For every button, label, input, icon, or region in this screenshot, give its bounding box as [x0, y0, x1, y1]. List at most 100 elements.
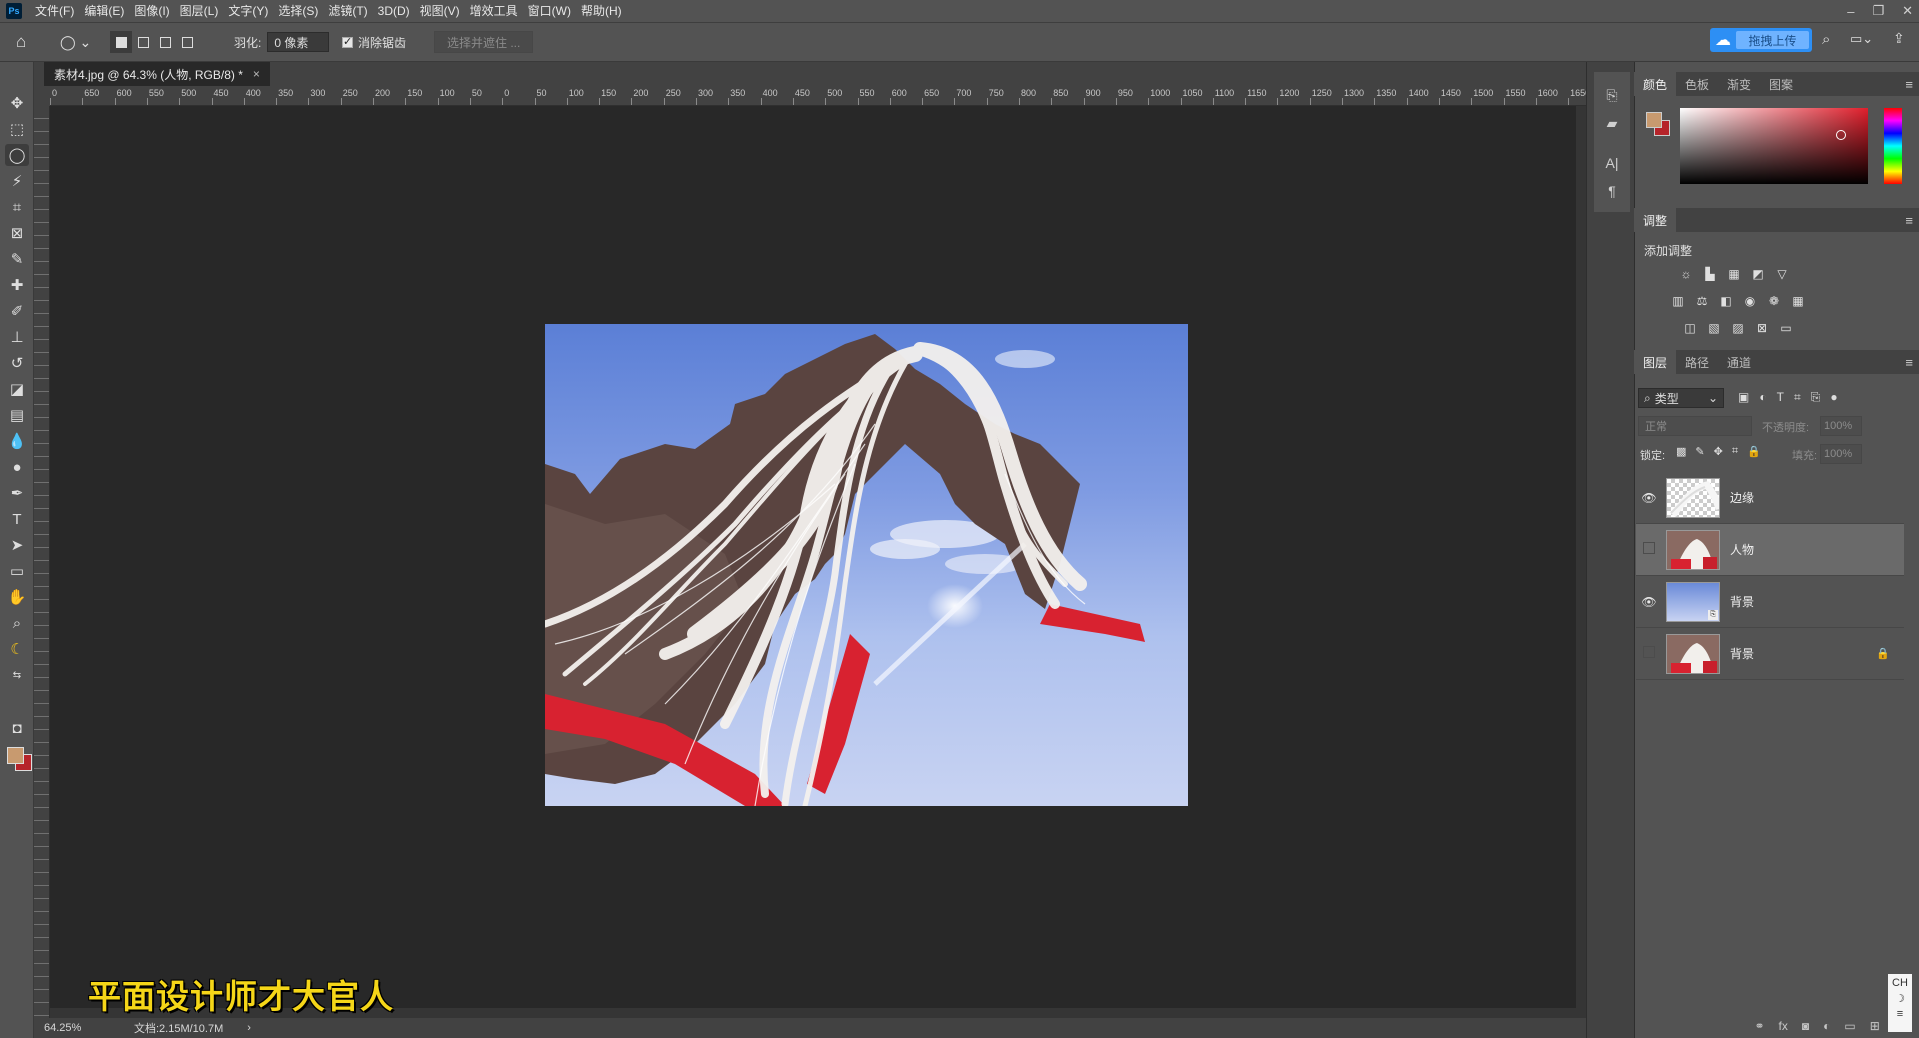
pen-tool-icon[interactable]: ✒ — [5, 482, 29, 504]
lock-pixels-icon[interactable]: ✎ — [1695, 445, 1704, 458]
layer-name[interactable]: 背景 — [1730, 593, 1754, 610]
visibility-eye-icon[interactable]: 👁 — [1636, 491, 1662, 505]
menu-select[interactable]: 选择(S) — [273, 0, 323, 22]
color-balance-icon[interactable]: ⚖ — [1694, 293, 1710, 309]
marquee-tool-icon[interactable]: ⬚ — [5, 118, 29, 140]
tab-channels[interactable]: 通道 — [1718, 350, 1760, 374]
tab-paths[interactable]: 路径 — [1676, 350, 1718, 374]
visibility-eye-icon[interactable]: 👁 — [1636, 595, 1662, 609]
vibrance-icon[interactable]: ▽ — [1774, 266, 1790, 282]
layer-filter-select[interactable]: ⌕ 类型 ⌄ — [1638, 388, 1724, 408]
menu-3d[interactable]: 3D(D) — [373, 0, 415, 22]
layer-name[interactable]: 边缘 — [1730, 489, 1754, 506]
document-canvas[interactable] — [545, 324, 1188, 806]
path-select-tool-icon[interactable]: ➤ — [5, 534, 29, 556]
canvas-workspace[interactable] — [50, 106, 1586, 1018]
menu-plugins[interactable]: 增效工具 — [465, 0, 523, 22]
lock-transparent-icon[interactable]: ▩ — [1676, 445, 1686, 458]
panel-menu-icon[interactable]: ≡ — [1905, 77, 1913, 92]
lasso-preset-icon[interactable]: ◯ ⌄ — [60, 31, 91, 53]
opacity-input[interactable]: 100% — [1820, 416, 1862, 436]
tab-gradients[interactable]: 渐变 — [1718, 72, 1760, 96]
eraser-tool-icon[interactable]: ◪ — [5, 378, 29, 400]
black-white-icon[interactable]: ◧ — [1718, 293, 1734, 309]
drag-upload-button[interactable]: ☁ 拖拽上传 — [1710, 28, 1812, 52]
subtract-selection-icon[interactable] — [154, 31, 176, 53]
tab-swatches[interactable]: 色板 — [1676, 72, 1718, 96]
minimize-icon[interactable]: – — [1847, 4, 1854, 19]
healing-tool-icon[interactable]: ✚ — [5, 274, 29, 296]
hue-slider[interactable] — [1884, 108, 1902, 184]
curves-icon[interactable]: ▦ — [1726, 266, 1742, 282]
add-mask-icon[interactable]: ◙ — [1802, 1019, 1809, 1033]
gradient-tool-icon[interactable]: ▤ — [5, 404, 29, 426]
new-fill-layer-icon[interactable]: ◐ — [1823, 1019, 1830, 1033]
blur-tool-icon[interactable]: 💧 — [5, 430, 29, 452]
comments-icon[interactable]: ▰ — [1600, 112, 1624, 134]
hue-saturation-icon[interactable]: ▥ — [1670, 293, 1686, 309]
search-icon[interactable]: ⌕ — [1822, 31, 1830, 48]
ime-indicator[interactable]: CH ☽ ≡ — [1888, 974, 1912, 1032]
tab-patterns[interactable]: 图案 — [1760, 72, 1802, 96]
close-tab-icon[interactable]: × — [253, 67, 260, 81]
visibility-off[interactable] — [1636, 646, 1662, 661]
history-brush-tool-icon[interactable]: ↺ — [5, 352, 29, 374]
menu-type[interactable]: 文字(Y) — [223, 0, 273, 22]
threshold-icon[interactable]: ▨ — [1730, 320, 1746, 336]
feather-input[interactable]: 0 像素 — [267, 32, 330, 52]
dodge-tool-icon[interactable]: ● — [5, 456, 29, 478]
paragraph-icon[interactable]: ¶ — [1600, 180, 1624, 202]
visibility-off[interactable] — [1636, 542, 1662, 557]
move-tool-icon[interactable]: ✥ — [5, 92, 29, 114]
brush-tool-icon[interactable]: ✐ — [5, 300, 29, 322]
filter-shape-icon[interactable]: ⌗ — [1794, 390, 1801, 405]
layer-row-background[interactable]: 背景 🔒 — [1636, 628, 1904, 680]
menu-file[interactable]: 文件(F) — [30, 0, 79, 22]
restore-icon[interactable]: ❐ — [1872, 3, 1884, 19]
gradient-map-icon[interactable]: ▭ — [1778, 320, 1794, 336]
lock-artboard-icon[interactable]: ⌗ — [1732, 445, 1738, 458]
link-layers-icon[interactable]: ⚭ — [1754, 1019, 1764, 1033]
menu-filter[interactable]: 滤镜(T) — [323, 0, 372, 22]
new-layer-icon[interactable]: ⊞ — [1870, 1019, 1880, 1033]
menu-help[interactable]: 帮助(H) — [576, 0, 627, 22]
lock-position-icon[interactable]: ✥ — [1714, 445, 1723, 458]
swap-colors-icon[interactable]: ⇆ — [5, 664, 29, 686]
rectangle-tool-icon[interactable]: ▭ — [5, 560, 29, 582]
layer-row-background-copy[interactable]: 👁 ⎘ 背景 — [1636, 576, 1904, 628]
zoom-tool-icon[interactable]: ⌕ — [5, 612, 29, 634]
home-icon[interactable]: ⌂ — [16, 31, 26, 53]
filter-toggle-icon[interactable]: ● — [1830, 390, 1837, 405]
menu-image[interactable]: 图像(I) — [129, 0, 174, 22]
layer-name[interactable]: 背景 — [1730, 645, 1754, 662]
eyedropper-tool-icon[interactable]: ✎ — [5, 248, 29, 270]
share-icon[interactable]: ⇪ — [1893, 30, 1905, 47]
filter-type-icon[interactable]: T — [1777, 390, 1784, 405]
filter-adjustment-icon[interactable]: ◐ — [1759, 390, 1766, 405]
blend-mode-select[interactable]: 正常 — [1638, 416, 1752, 436]
photo-filter-icon[interactable]: ◉ — [1742, 293, 1758, 309]
zoom-level[interactable]: 64.25% — [44, 1022, 118, 1034]
layer-style-icon[interactable]: fx — [1779, 1019, 1788, 1033]
tab-color[interactable]: 颜色 — [1634, 72, 1677, 96]
menu-layer[interactable]: 图层(L) — [175, 0, 224, 22]
workspace-icon[interactable]: ▭⌄ — [1850, 31, 1873, 47]
menu-edit[interactable]: 编辑(E) — [79, 0, 129, 22]
character-icon[interactable]: A| — [1600, 152, 1624, 174]
close-window-icon[interactable]: ✕ — [1902, 3, 1913, 19]
stamp-tool-icon[interactable]: ⊥ — [5, 326, 29, 348]
foreground-color-swatch[interactable] — [7, 747, 24, 764]
panel-foreground-swatch[interactable] — [1646, 112, 1662, 128]
status-arrow-icon[interactable]: › — [247, 1022, 251, 1034]
fill-input[interactable]: 100% — [1820, 444, 1862, 464]
vertical-scrollbar[interactable] — [1576, 106, 1586, 1018]
levels-icon[interactable]: ▙ — [1702, 266, 1718, 282]
filter-smart-icon[interactable]: ⎘ — [1811, 390, 1821, 405]
lasso-tool-icon[interactable]: ◯ — [5, 144, 29, 166]
document-tab[interactable]: 素材4.jpg @ 64.3% (人物, RGB/8) * × — [44, 62, 270, 86]
layer-name[interactable]: 人物 — [1730, 541, 1754, 558]
quick-mask-icon[interactable]: ◘ — [5, 717, 29, 739]
color-lookup-icon[interactable]: ▦ — [1790, 293, 1806, 309]
layer-row-edge[interactable]: 👁 边缘 — [1636, 472, 1904, 524]
new-selection-icon[interactable] — [110, 31, 132, 53]
